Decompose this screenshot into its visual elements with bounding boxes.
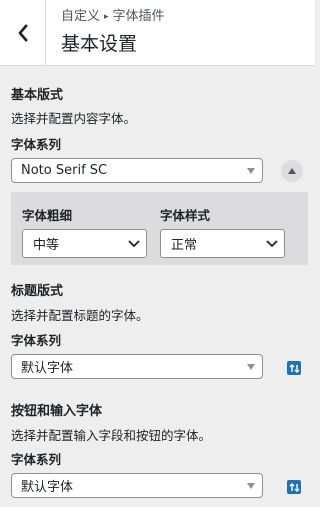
basic-typography-description: 选择并配置内容字体。	[11, 111, 137, 126]
chevron-down-icon	[260, 239, 284, 248]
buttons-font-family-label: 字体系列	[11, 452, 62, 467]
breadcrumb-root: 自定义	[61, 9, 101, 24]
basic-font-family-label: 字体系列	[11, 137, 62, 152]
caret-up-icon	[288, 168, 296, 174]
caret-down-icon	[240, 363, 262, 370]
font-weight-value: 中等	[33, 238, 60, 253]
chevron-left-icon	[17, 24, 28, 42]
breadcrumb-arrow-icon: ▸	[104, 12, 109, 22]
basic-typography-title: 基本版式	[11, 88, 64, 103]
breadcrumb-current: 字体插件	[112, 9, 165, 24]
breadcrumb: 自定义 ▸ 字体插件	[61, 5, 165, 24]
chevron-down-icon	[122, 239, 146, 248]
caret-down-icon	[240, 482, 262, 489]
caret-down-icon	[240, 167, 262, 174]
buttons-inputs-title: 按钮和输入字体	[11, 404, 103, 419]
sort-arrows-icon	[289, 482, 299, 492]
headings-typography-description: 选择并配置标题的字体。	[11, 308, 149, 323]
buttons-font-options-button[interactable]	[287, 480, 301, 494]
font-weight-label: 字体粗细	[22, 208, 73, 223]
headings-font-family-value: 默认字体	[21, 361, 74, 376]
basic-font-family-select[interactable]: Noto Serif SC	[11, 158, 263, 183]
headings-typography-title: 标题版式	[11, 284, 64, 299]
font-style-select[interactable]: 正常	[160, 229, 285, 258]
page-title: 基本设置	[61, 33, 138, 55]
font-style-value: 正常	[171, 238, 198, 253]
buttons-font-family-value: 默认字体	[21, 480, 74, 495]
font-weight-select[interactable]: 中等	[22, 229, 147, 258]
headings-font-options-button[interactable]	[287, 361, 301, 375]
back-button[interactable]	[0, 0, 46, 66]
headings-font-family-label: 字体系列	[11, 333, 62, 348]
basic-font-family-value: Noto Serif SC	[21, 163, 108, 178]
customizer-header: 自定义 ▸ 字体插件 基本设置	[0, 0, 315, 66]
font-style-label: 字体样式	[160, 208, 211, 223]
buttons-inputs-description: 选择并配置输入字段和按钮的字体。	[11, 428, 212, 443]
buttons-font-family-select[interactable]: 默认字体	[11, 473, 263, 498]
collapse-options-button[interactable]	[281, 160, 303, 182]
headings-font-family-select[interactable]: 默认字体	[11, 354, 263, 379]
font-options-panel: 字体粗细 字体样式 中等 正常	[11, 192, 308, 265]
sort-arrows-icon	[289, 363, 299, 373]
